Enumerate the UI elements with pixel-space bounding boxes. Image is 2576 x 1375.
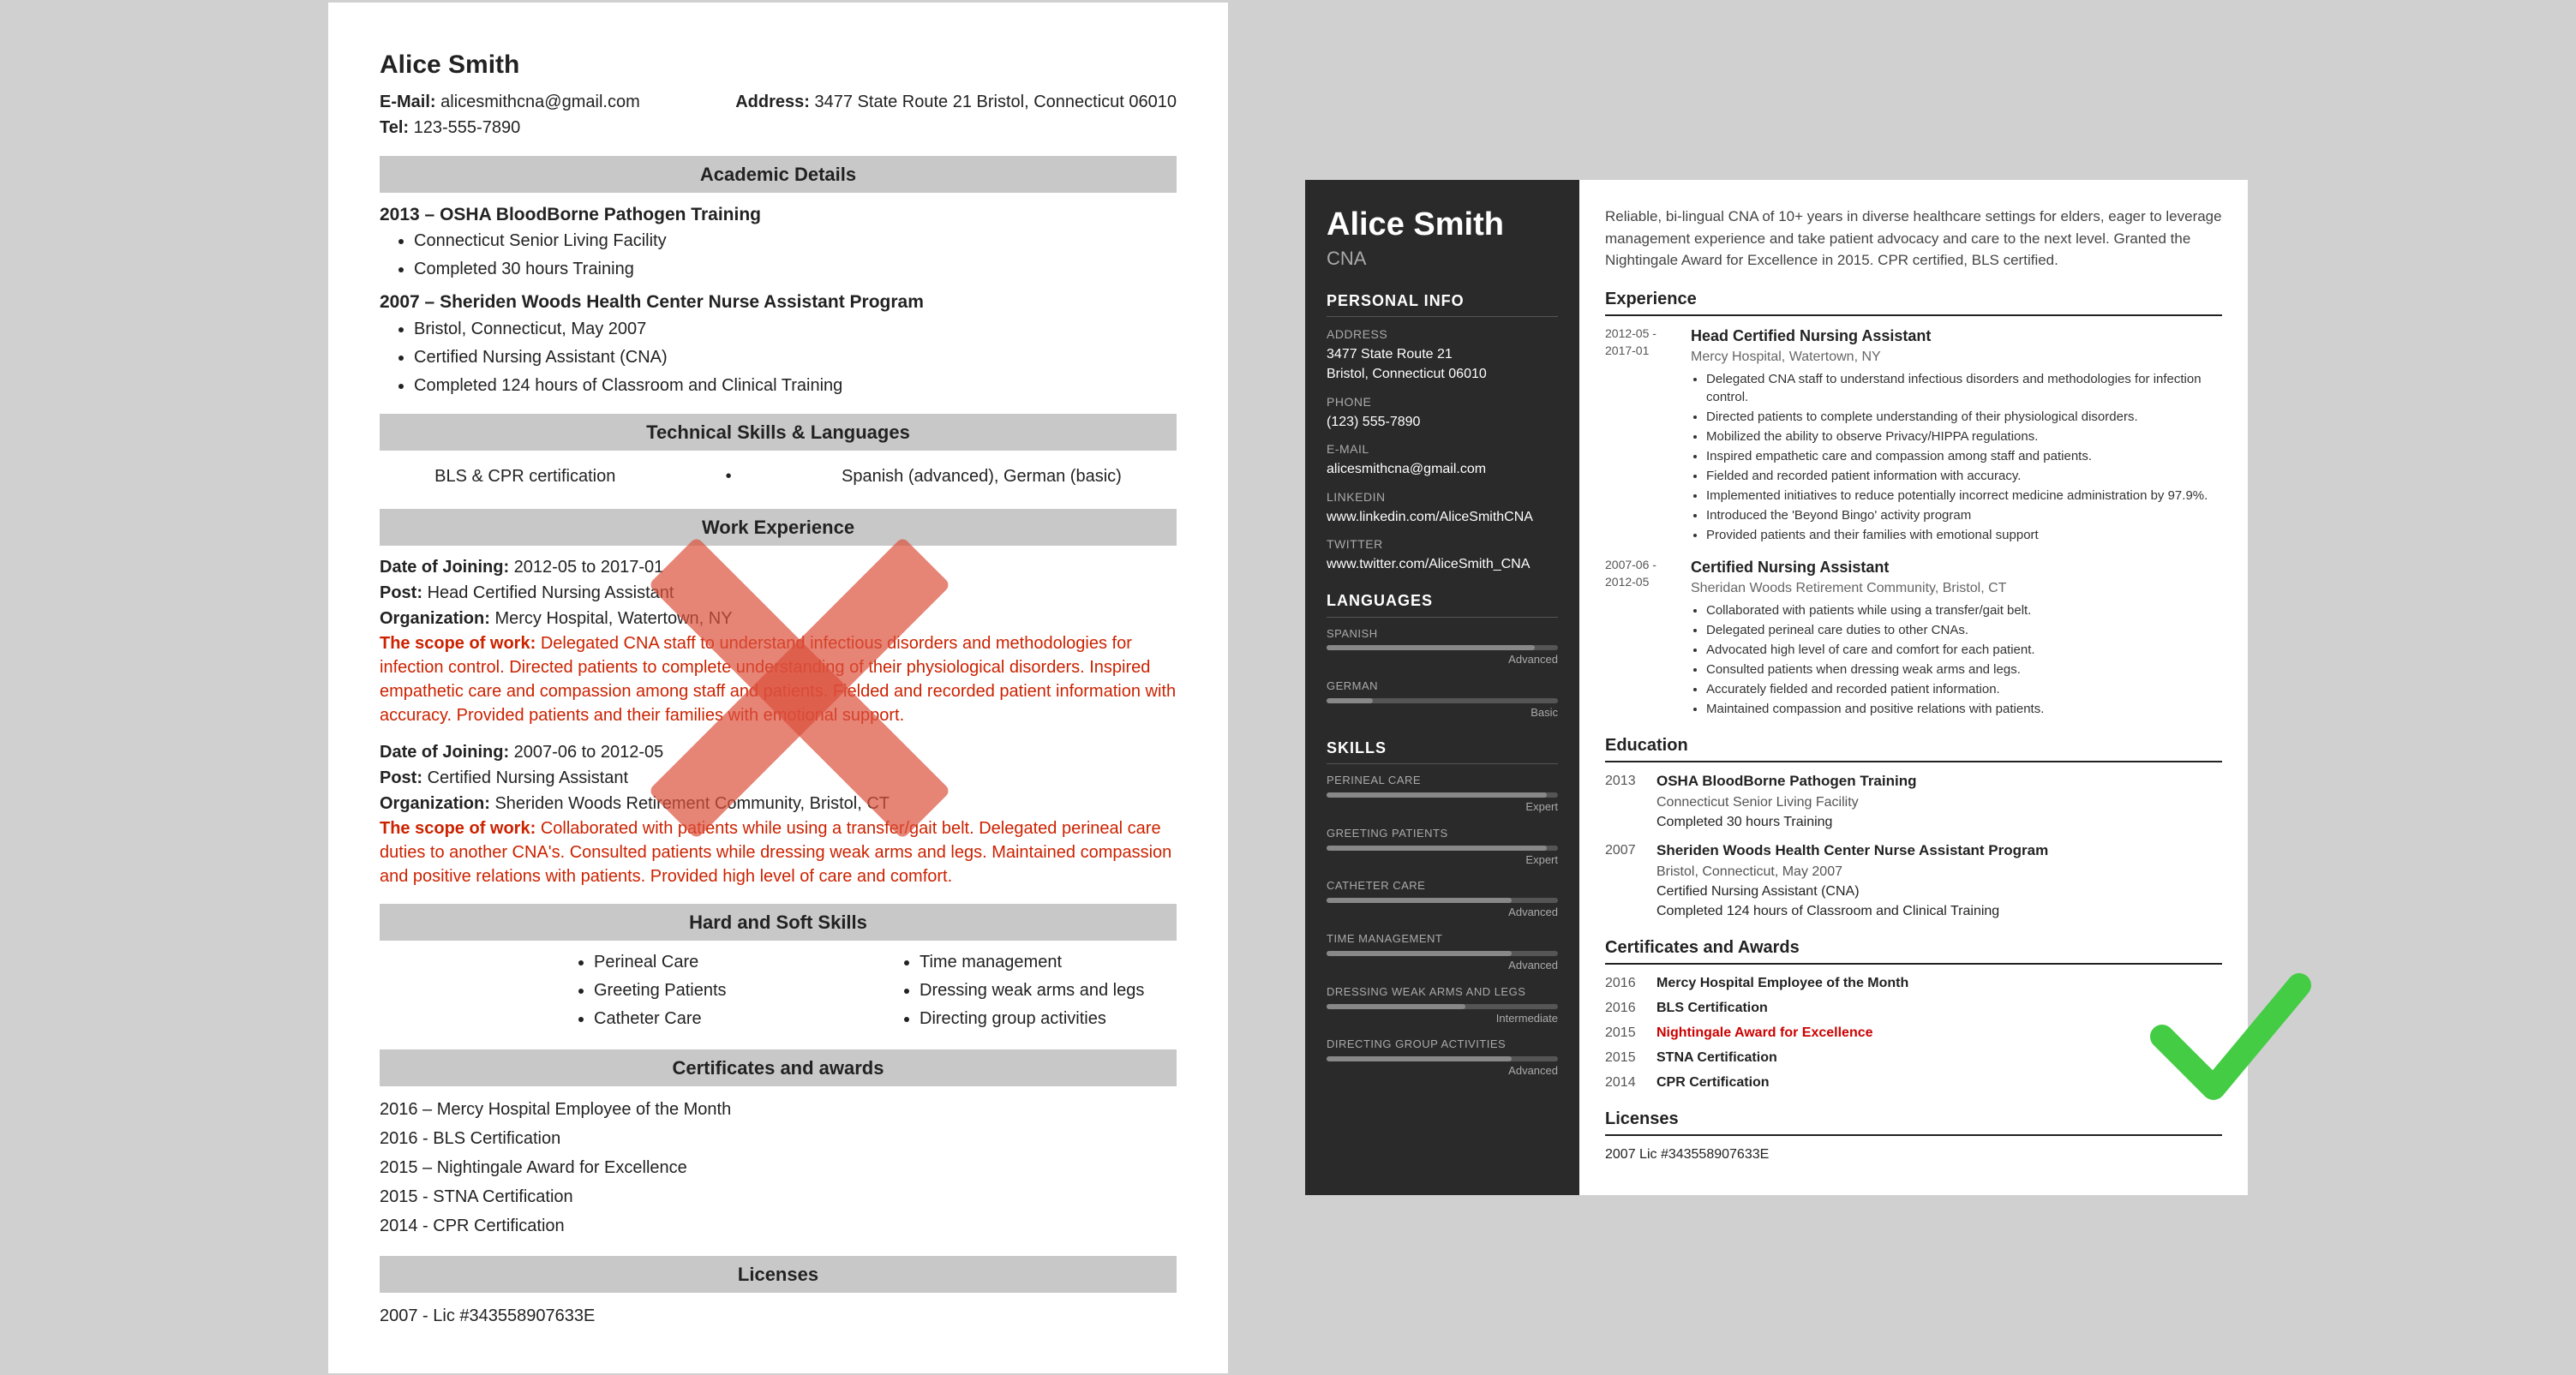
cert-right-3: 2015 Nightingale Award for Excellence <box>1605 1023 2222 1043</box>
education-section-title: Education <box>1605 733 2222 762</box>
exp-item-2: 2007-06 - 2012-05 Certified Nursing Assi… <box>1605 556 2222 720</box>
cert-right-5: 2014 CPR Certification <box>1605 1073 2222 1092</box>
linkedin-value: www.linkedin.com/AliceSmithCNA <box>1327 507 1558 527</box>
lang-spanish-name: SPANISH <box>1327 626 1558 643</box>
hard-soft-list: Perineal Care Greeting Patients Catheter… <box>594 949 1177 1034</box>
email-value: alicesmithcna@gmail.com <box>1327 459 1558 479</box>
left-resume-wrapper: Alice Smith E-Mail: alicesmithcna@gmail.… <box>328 3 1271 1373</box>
skill-catheter: CATHETER CARE Advanced <box>1327 878 1558 921</box>
work-item-2: Date of Joining: 2007-06 to 2012-05 Post… <box>380 739 1177 888</box>
left-email: E-Mail: alicesmithcna@gmail.com Tel: 123… <box>380 89 640 140</box>
lang-german: GERMAN Basic <box>1327 679 1558 721</box>
phone-value: (123) 555-7890 <box>1327 412 1558 432</box>
twitter-value: www.twitter.com/AliceSmith_CNA <box>1327 554 1558 574</box>
edu-item-1: 2013 – OSHA BloodBorne Pathogen Training… <box>380 201 1177 283</box>
right-title: CNA <box>1327 245 1558 272</box>
cert-right-2: 2016 BLS Certification <box>1605 998 2222 1018</box>
licenses-section-title: Licenses <box>1605 1107 2222 1136</box>
right-resume: Alice Smith CNA Personal Info Address 34… <box>1305 180 2248 1194</box>
certs-section-title: Certificates and Awards <box>1605 936 2222 965</box>
cert-right-1: 2016 Mercy Hospital Employee of the Mont… <box>1605 973 2222 993</box>
languages-title: Languages <box>1327 589 1558 617</box>
technical-section-header: Technical Skills & Languages <box>380 414 1177 451</box>
hard-soft-header: Hard and Soft Skills <box>380 904 1177 941</box>
personal-info-title: Personal Info <box>1327 290 1558 317</box>
twitter-label: Twitter <box>1327 535 1558 553</box>
left-address: Address: 3477 State Route 21 Bristol, Co… <box>735 89 1177 140</box>
lang-spanish: SPANISH Advanced <box>1327 626 1558 669</box>
resume-sidebar: Alice Smith CNA Personal Info Address 34… <box>1305 180 1579 1194</box>
exp-dates-1: 2012-05 - 2017-01 <box>1605 325 1691 546</box>
resume-main-content: Reliable, bi-lingual CNA of 10+ years in… <box>1579 180 2248 1194</box>
right-resume-wrapper: Alice Smith CNA Personal Info Address 34… <box>1305 180 2248 1194</box>
exp-title-2: Certified Nursing Assistant <box>1691 556 2222 578</box>
email-label: E-mail <box>1327 440 1558 457</box>
skill-greeting: GREETING PATIENTS Expert <box>1327 826 1558 869</box>
lang-german-level: Basic <box>1327 705 1558 721</box>
left-contact: E-Mail: alicesmithcna@gmail.com Tel: 123… <box>380 89 1177 140</box>
skills-title: Skills <box>1327 737 1558 764</box>
edu-item-right-1: 2013 OSHA BloodBorne Pathogen Training C… <box>1605 771 2222 832</box>
license-right-1: 2007 Lic #343558907633E <box>1605 1145 2222 1164</box>
licenses-list: 2007 - Lic #343558907633E <box>380 1301 1177 1330</box>
work-item-1: Date of Joining: 2012-05 to 2017-01 Post… <box>380 554 1177 727</box>
linkedin-label: Linkedin <box>1327 488 1558 505</box>
phone-label: Phone <box>1327 393 1558 410</box>
skill-time: TIME MANAGEMENT Advanced <box>1327 931 1558 974</box>
edu-item-right-2: 2007 Sheriden Woods Health Center Nurse … <box>1605 840 2222 921</box>
exp-title-1: Head Certified Nursing Assistant <box>1691 325 2222 347</box>
certs-list: 2016 – Mercy Hospital Employee of the Mo… <box>380 1095 1177 1240</box>
work-section-header: Work Experience <box>380 509 1177 546</box>
address-value: 3477 State Route 21 Bristol, Connecticut… <box>1327 344 1558 384</box>
exp-dates-2: 2007-06 - 2012-05 <box>1605 556 1691 720</box>
licenses-header: Licenses <box>380 1256 1177 1293</box>
edu-item-2: 2007 – Sheriden Woods Health Center Nurs… <box>380 289 1177 398</box>
left-name: Alice Smith <box>380 45 1177 84</box>
right-name: Alice Smith <box>1327 206 1558 245</box>
left-resume: Alice Smith E-Mail: alicesmithcna@gmail.… <box>328 3 1228 1373</box>
address-label: Address <box>1327 326 1558 343</box>
skill-directing: DIRECTING GROUP ACTIVITIES Advanced <box>1327 1037 1558 1079</box>
experience-section-title: Experience <box>1605 287 2222 316</box>
skill-perineal: PERINEAL CARE Expert <box>1327 773 1558 816</box>
academic-section-header: Academic Details <box>380 156 1177 193</box>
lang-spanish-level: Advanced <box>1327 652 1558 668</box>
skills-line: BLS & CPR certification • Spanish (advan… <box>380 459 1177 493</box>
certs-header: Certificates and awards <box>380 1049 1177 1086</box>
exp-org-1: Mercy Hospital, Watertown, NY <box>1691 347 2222 367</box>
exp-org-2: Sheridan Woods Retirement Community, Bri… <box>1691 578 2222 598</box>
summary: Reliable, bi-lingual CNA of 10+ years in… <box>1605 206 2222 272</box>
cert-right-4: 2015 STNA Certification <box>1605 1048 2222 1067</box>
exp-item-1: 2012-05 - 2017-01 Head Certified Nursing… <box>1605 325 2222 546</box>
skill-dressing: DRESSING WEAK ARMS AND LEGS Intermediate <box>1327 984 1558 1027</box>
lang-german-name: GERMAN <box>1327 679 1558 695</box>
